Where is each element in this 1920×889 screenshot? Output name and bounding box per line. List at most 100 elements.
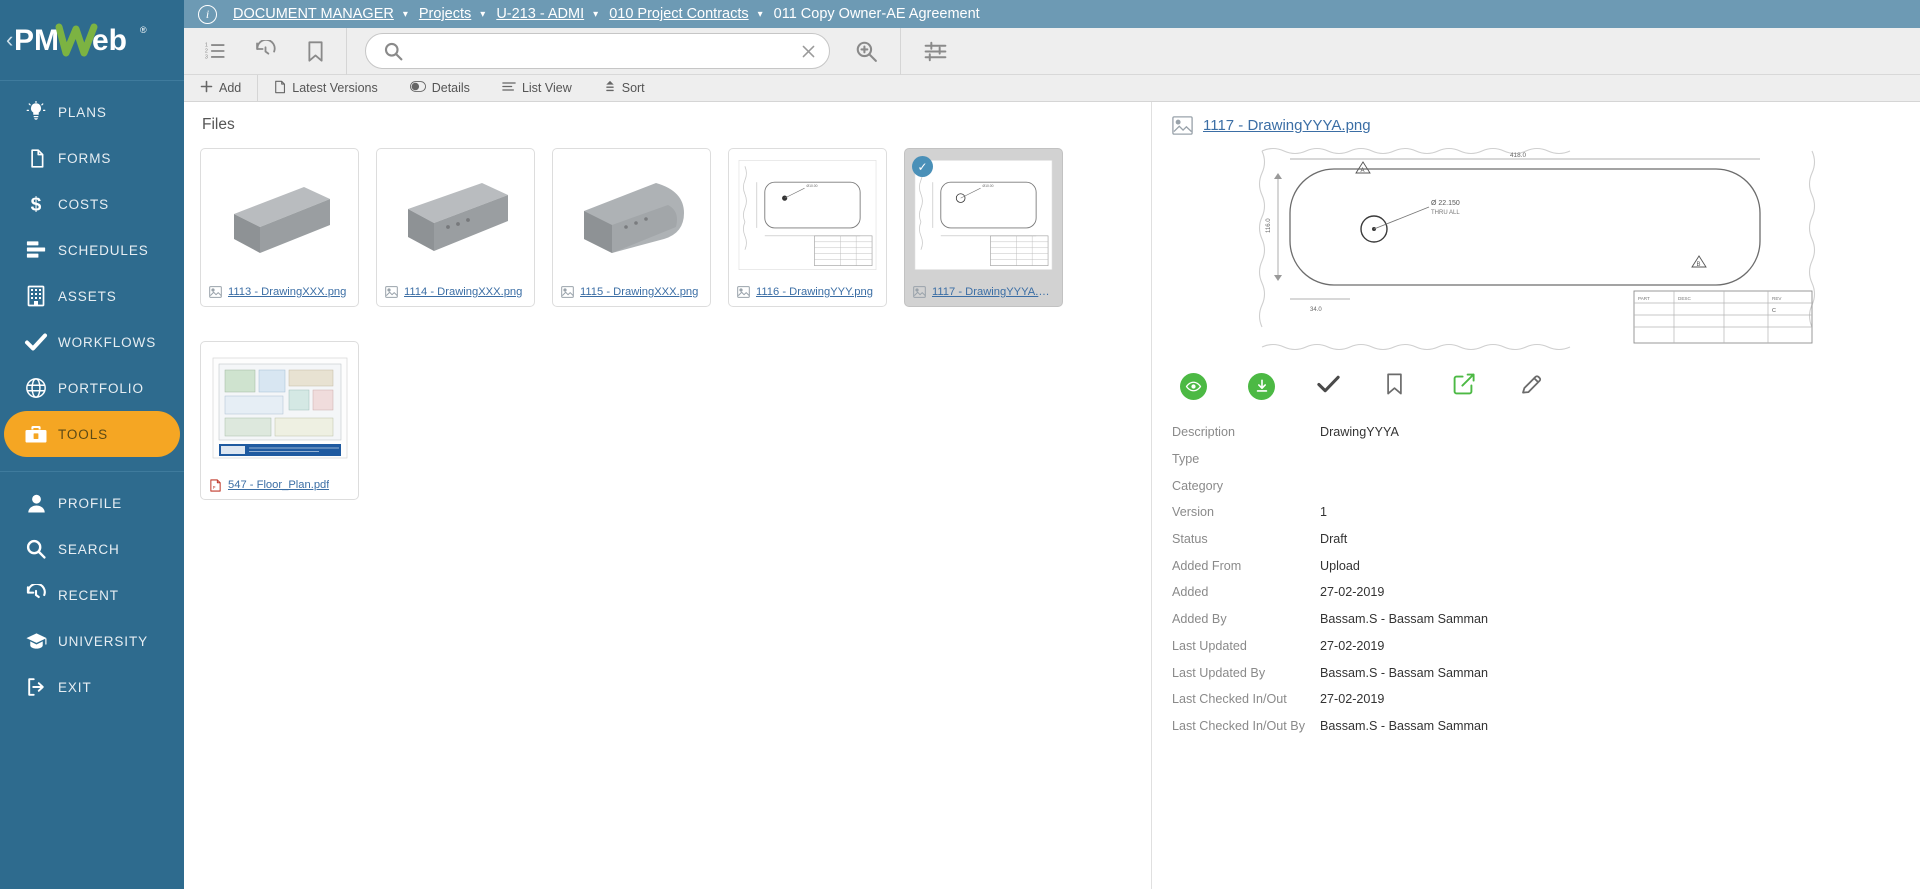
file-name-link[interactable]: 1115 - DrawingXXX.png <box>580 286 698 298</box>
files-pane: Files 1113 - DrawingXXX.png 1114 - Drawi… <box>184 102 1152 889</box>
file-card[interactable]: 1113 - DrawingXXX.png <box>200 148 359 307</box>
file-name-link[interactable]: 547 - Floor_Plan.pdf <box>228 479 329 491</box>
history-icon[interactable] <box>250 36 280 66</box>
eye-icon <box>1180 372 1207 400</box>
view-action-button[interactable] <box>1180 369 1248 403</box>
sidebar-item-recent[interactable]: RECENT <box>4 572 180 618</box>
detail-row-description: Description DrawingYYYA <box>1172 419 1900 446</box>
sidebar-item-schedules[interactable]: SCHEDULES <box>4 227 180 273</box>
detail-value: 27-02-2019 <box>1320 692 1385 707</box>
svg-text:THRU ALL: THRU ALL <box>1431 210 1460 216</box>
image-icon <box>913 286 927 298</box>
filter-sliders-icon[interactable] <box>919 35 951 67</box>
details-title-link[interactable]: 1117 - DrawingYYYA.png <box>1203 117 1371 134</box>
details-toggle-label: Details <box>431 81 470 95</box>
approve-action-button[interactable] <box>1316 369 1384 403</box>
file-name-link[interactable]: 1117 - DrawingYYYA.png <box>932 286 1054 298</box>
add-button[interactable]: Add <box>184 75 257 102</box>
detail-label: Last Updated By <box>1172 665 1266 680</box>
svg-text:PART: PART <box>1638 296 1650 301</box>
sidebar-item-portfolio[interactable]: PORTFOLIO <box>4 365 180 411</box>
breadcrumb-item-projects[interactable]: Projects <box>419 6 471 22</box>
detail-row-last-updated: Last Updated 27-02-2019 <box>1172 633 1900 660</box>
file-name-link[interactable]: 1114 - DrawingXXX.png <box>404 286 522 298</box>
svg-text:418.0: 418.0 <box>1510 152 1526 159</box>
chevron-down-icon[interactable]: ▾ <box>758 9 763 20</box>
chevron-down-icon[interactable]: ▾ <box>403 9 408 20</box>
building-icon <box>14 285 58 307</box>
markup-action-button[interactable] <box>1520 369 1588 403</box>
svg-text:34.0: 34.0 <box>1310 307 1322 313</box>
chevron-down-icon[interactable]: ▾ <box>480 9 485 20</box>
list-view-icon <box>502 81 516 95</box>
breadcrumb-item-project[interactable]: U-213 - ADMI <box>496 6 584 22</box>
block-flat-thumb <box>233 186 330 253</box>
sidebar-item-exit[interactable]: EXIT <box>4 664 180 710</box>
graduation-cap-icon <box>14 631 58 651</box>
info-icon[interactable]: i <box>198 4 217 24</box>
sidebar-item-university[interactable]: UNIVERSITY <box>4 618 180 664</box>
chevron-down-icon[interactable]: ▾ <box>593 9 598 20</box>
bookmark-icon[interactable] <box>300 36 330 66</box>
file-card-footer: 1115 - DrawingXXX.png <box>553 280 710 306</box>
bookmark-action-button[interactable] <box>1384 369 1452 403</box>
action-bar: Add Latest Versions Details List View So… <box>184 74 1920 102</box>
sidebar-item-tools[interactable]: TOOLS <box>4 411 180 457</box>
sidebar-item-forms[interactable]: FORMS <box>4 135 180 181</box>
checkmark-icon <box>1316 373 1341 400</box>
page-title: Files <box>202 116 235 133</box>
history-icon <box>14 584 58 606</box>
svg-text:Ø 22.150: Ø 22.150 <box>1431 200 1460 207</box>
latest-versions-button[interactable]: Latest Versions <box>258 75 393 102</box>
brand-logo[interactable]: ‹ PM eb ® <box>0 0 184 80</box>
file-card[interactable]: 1114 - DrawingXXX.png <box>376 148 535 307</box>
sidebar-item-assets[interactable]: ASSETS <box>4 273 180 319</box>
zoom-search-icon[interactable] <box>850 35 882 67</box>
sort-icon <box>604 80 616 96</box>
list-view-button[interactable]: List View <box>486 75 588 102</box>
svg-text:PM: PM <box>14 24 59 57</box>
sidebar-item-profile[interactable]: PROFILE <box>4 480 180 526</box>
file-card-footer: P 547 - Floor_Plan.pdf <box>201 473 358 499</box>
file-name-link[interactable]: 1113 - DrawingXXX.png <box>228 286 346 298</box>
detail-label: Status <box>1172 532 1208 547</box>
file-thumbnail <box>377 149 534 280</box>
sidebar-item-search[interactable]: SEARCH <box>4 526 180 572</box>
sidebar-item-label: COSTS <box>58 196 110 212</box>
breadcrumb-item-folder[interactable]: 010 Project Contracts <box>609 6 748 22</box>
pmweb-logo-svg: PM eb ® <box>14 23 147 57</box>
svg-text:DESC: DESC <box>1678 296 1691 301</box>
file-card[interactable]: Ø10.00 1116 - DrawingYYY.png <box>728 148 887 307</box>
image-icon <box>209 286 223 298</box>
file-card-selected[interactable]: ✓ Ø10.00 1117 - DrawingYYYA.png <box>904 148 1063 307</box>
image-icon <box>385 286 399 298</box>
file-card-footer: 1117 - DrawingYYYA.png <box>905 280 1062 306</box>
file-card[interactable]: 1115 - DrawingXXX.png <box>552 148 711 307</box>
sort-button[interactable]: Sort <box>588 75 661 102</box>
file-name-link[interactable]: 1116 - DrawingYYY.png <box>756 286 873 298</box>
breadcrumb-item-document-manager[interactable]: DOCUMENT MANAGER <box>233 6 394 22</box>
sidebar-item-workflows[interactable]: WORKFLOWS <box>4 319 180 365</box>
toggle-icon <box>409 81 426 95</box>
detail-label: Type <box>1172 452 1200 467</box>
dollar-icon: $ <box>14 193 58 215</box>
detail-row-added: Added 27-02-2019 <box>1172 579 1900 606</box>
globe-icon <box>14 377 58 399</box>
details-toggle[interactable]: Details <box>394 75 486 102</box>
search-input[interactable] <box>406 35 800 67</box>
numbered-list-icon[interactable]: 123 <box>200 36 230 66</box>
file-card-footer: 1116 - DrawingYYY.png <box>729 280 886 306</box>
sidebar-item-costs[interactable]: $ COSTS <box>4 181 180 227</box>
sidebar-item-plans[interactable]: PLANS <box>4 89 180 135</box>
download-icon <box>1248 372 1275 400</box>
file-card[interactable]: P 547 - Floor_Plan.pdf <box>200 341 359 500</box>
image-icon <box>561 286 575 298</box>
details-preview[interactable]: Ø 22.150 THRU ALL A B 116.0 418.0 34.0 P… <box>1172 141 1900 357</box>
sidebar-collapse-chevron-icon[interactable]: ‹ <box>6 29 13 51</box>
download-action-button[interactable] <box>1248 369 1316 403</box>
edit-action-button[interactable] <box>1452 369 1520 403</box>
image-icon <box>737 286 751 298</box>
search-box[interactable] <box>365 33 830 69</box>
close-icon[interactable] <box>800 43 817 60</box>
detail-value: Draft <box>1320 532 1348 547</box>
